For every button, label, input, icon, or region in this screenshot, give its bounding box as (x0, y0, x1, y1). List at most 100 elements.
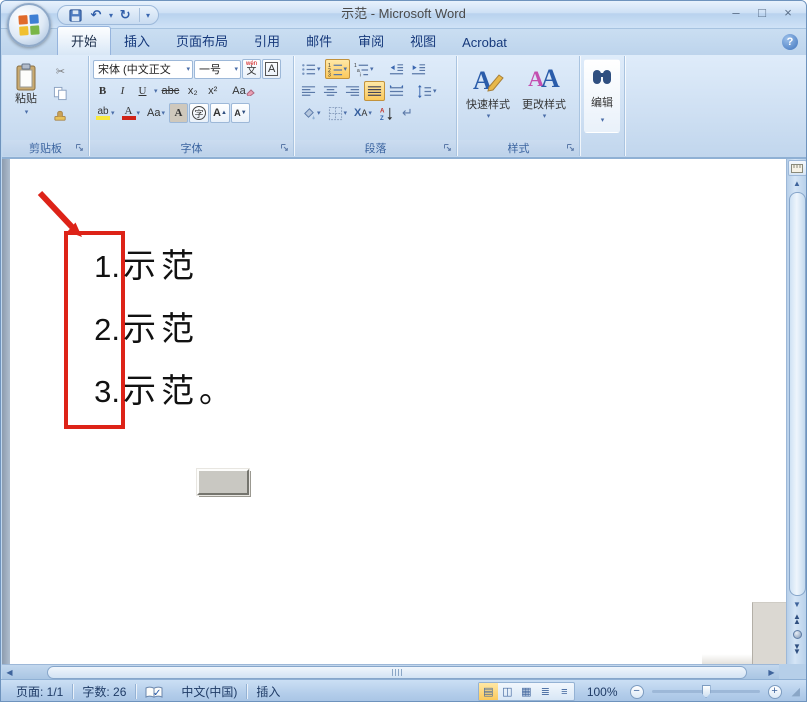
scroll-thumb-grip (392, 668, 402, 676)
close-button[interactable]: × (780, 6, 796, 20)
list-item-3[interactable]: 3. 示范。 (78, 364, 237, 414)
insert-mode-indicator[interactable]: 插入 (247, 683, 289, 700)
save-button[interactable] (66, 7, 84, 24)
shading-button[interactable]: ▾ (298, 103, 324, 123)
distribute-button[interactable] (386, 81, 407, 101)
redo-button[interactable]: ↻ (116, 7, 134, 24)
numbering-button[interactable]: 123 ▾ (324, 59, 351, 79)
maximize-button[interactable]: □ (754, 6, 770, 20)
line-spacing-button[interactable]: ▾ (414, 81, 440, 101)
view-ruler-button[interactable] (787, 160, 806, 176)
draft-view-button[interactable]: ≡ (555, 683, 574, 700)
quick-styles-button[interactable]: A 快速样式 ▾ (461, 59, 515, 133)
sort-button[interactable]: AZ (376, 103, 397, 123)
italic-button[interactable]: I (113, 81, 132, 101)
print-layout-view-button[interactable]: ▤ (478, 683, 498, 700)
phonetic-guide-button[interactable]: wén 文 (242, 59, 261, 79)
next-page-button[interactable]: ▼ ▼ (788, 642, 807, 657)
font-color-bar (121, 116, 136, 120)
scroll-right-button[interactable]: ▶ (764, 665, 779, 680)
minimize-button[interactable]: – (728, 6, 744, 20)
zoom-in-button[interactable]: + (767, 684, 782, 699)
align-left-button[interactable] (298, 81, 319, 101)
copy-button[interactable] (50, 83, 71, 103)
page-indicator[interactable]: 页面: 1/1 (7, 683, 72, 700)
underline-caret-icon[interactable]: ▾ (154, 87, 158, 95)
language-indicator[interactable]: 中文(中国) (172, 683, 246, 700)
vertical-scrollbar[interactable]: ▲ ▼ ▲ ▲ ▼ ▼ (786, 159, 807, 664)
character-shading-button[interactable]: A (169, 103, 189, 123)
qat-more-button[interactable]: ▾ (146, 11, 150, 20)
office-button[interactable] (7, 3, 51, 47)
font-size-combobox[interactable]: 一号 ▾ (194, 59, 241, 79)
tab-page-layout[interactable]: 页面布局 (163, 27, 241, 55)
tab-references[interactable]: 引用 (241, 27, 293, 55)
align-center-button[interactable] (320, 81, 341, 101)
spellcheck-status[interactable]: ✓ (136, 685, 172, 699)
underline-button[interactable]: U (133, 81, 152, 101)
embedded-gray-button[interactable] (197, 469, 249, 495)
paste-button[interactable]: 粘贴 ▾ (6, 59, 46, 133)
undo-caret-icon[interactable]: ▾ (109, 11, 113, 20)
previous-page-button[interactable]: ▲ ▲ (788, 612, 807, 627)
list-item-2[interactable]: 2. 示范 (78, 302, 199, 352)
change-case-button[interactable]: Aa ▾ (144, 103, 168, 123)
multilevel-list-button[interactable]: 1ai ▾ (351, 59, 377, 79)
help-button[interactable]: ? (782, 34, 798, 50)
styles-dialog-launcher[interactable] (566, 143, 576, 153)
borders-button[interactable]: ▾ (325, 103, 351, 123)
tab-review[interactable]: 审阅 (345, 27, 397, 55)
enclose-characters-button[interactable]: 字 (189, 103, 210, 123)
horizontal-scrollbar[interactable]: ◀ ▶ (2, 664, 779, 679)
font-name-combobox[interactable]: 宋体 (中文正文 ▾ (93, 59, 193, 79)
zoom-level[interactable]: 100% (579, 685, 626, 699)
zoom-slider-track[interactable] (651, 685, 760, 698)
horizontal-scroll-thumb[interactable] (47, 665, 747, 679)
align-right-button[interactable] (342, 81, 363, 101)
window-resize-grip[interactable]: ◢ (792, 685, 800, 698)
font-dialog-launcher[interactable] (280, 143, 290, 153)
character-border-button[interactable]: A (262, 59, 282, 79)
clear-formatting-glyph: Aa (232, 85, 246, 97)
shrink-font-button[interactable]: A ▼ (230, 103, 250, 123)
increase-indent-button[interactable] (408, 59, 429, 79)
grow-font-button[interactable]: A ▲ (210, 103, 230, 123)
subscript-button[interactable]: x₂ (183, 81, 202, 101)
outline-view-button[interactable]: ≣ (536, 683, 555, 700)
format-painter-button[interactable] (50, 105, 71, 125)
zoom-out-button[interactable]: − (629, 684, 644, 699)
superscript-button[interactable]: x² (203, 81, 222, 101)
vertical-scroll-thumb[interactable] (788, 192, 806, 596)
tab-mailings[interactable]: 邮件 (293, 27, 345, 55)
tab-insert[interactable]: 插入 (111, 27, 163, 55)
list-item-1[interactable]: 1. 示范 (78, 239, 199, 289)
scroll-left-button[interactable]: ◀ (2, 665, 17, 680)
change-styles-button[interactable]: AA 更改样式 ▾ (517, 59, 571, 133)
bullets-button[interactable]: ▾ (298, 59, 324, 79)
bold-button[interactable]: B (93, 81, 112, 101)
justify-button[interactable] (364, 81, 385, 101)
scroll-up-button[interactable]: ▲ (788, 176, 807, 191)
tab-view[interactable]: 视图 (397, 27, 449, 55)
document-page[interactable]: 1. 示范 2. 示范 3. 示范。 (10, 159, 786, 664)
clipboard-dialog-launcher[interactable] (75, 143, 85, 153)
strikethrough-button[interactable]: abc (159, 81, 183, 101)
fullscreen-reading-view-button[interactable]: ◫ (498, 683, 517, 700)
tab-acrobat[interactable]: Acrobat (449, 31, 520, 55)
scroll-down-button[interactable]: ▼ (788, 597, 807, 612)
editing-button[interactable]: 编辑 ▾ (584, 59, 620, 133)
clear-formatting-button[interactable]: Aa (229, 81, 258, 101)
font-color-button[interactable]: A ▾ (119, 103, 144, 123)
show-hide-marks-button[interactable]: ↵ (398, 103, 417, 123)
decrease-indent-button[interactable] (386, 59, 407, 79)
asian-layout-button[interactable]: XA ▾ (351, 103, 375, 123)
undo-button[interactable]: ↶ (87, 7, 105, 24)
zoom-slider-thumb[interactable] (701, 685, 711, 698)
tab-home[interactable]: 开始 (57, 26, 112, 55)
paragraph-dialog-launcher[interactable] (443, 143, 453, 153)
web-layout-view-button[interactable]: ▦ (517, 683, 536, 700)
word-count[interactable]: 字数: 26 (73, 683, 135, 700)
cut-button[interactable]: ✂ (50, 61, 71, 81)
select-browse-object-button[interactable] (788, 627, 807, 642)
text-highlight-button[interactable]: ab ▾ (93, 103, 118, 123)
